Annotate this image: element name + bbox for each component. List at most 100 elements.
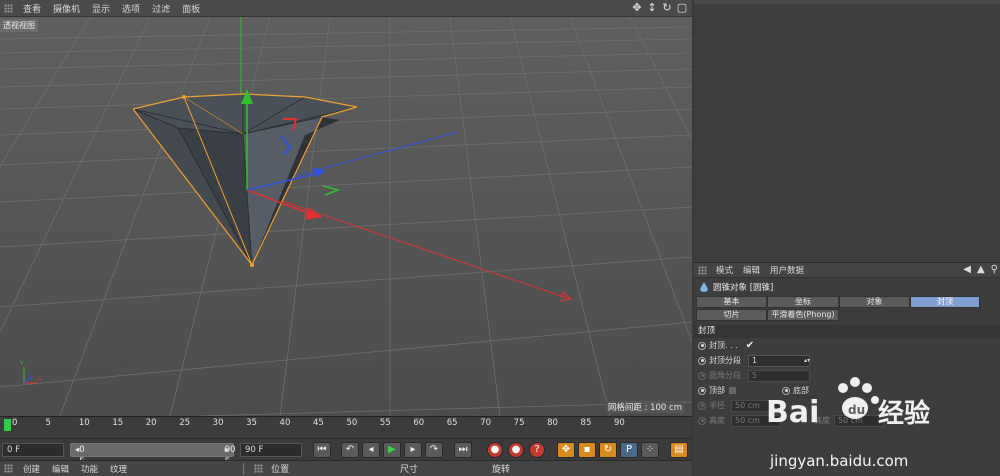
key-scale-icon[interactable]: ▪ [578, 442, 596, 458]
move-icon[interactable]: ✥ [631, 2, 643, 14]
animate-radio-icon[interactable] [782, 386, 790, 395]
watermark-url: jingyan.baidu.com [770, 452, 909, 470]
rotate-icon[interactable]: ↻ [661, 2, 673, 14]
timeline-tick-label: 50 [346, 418, 358, 428]
maximize-icon[interactable]: ▢ [676, 2, 688, 14]
goto-end-icon[interactable]: ⏭ [454, 442, 472, 458]
timeline-tick-label: 25 [179, 418, 191, 428]
caps-checkbox[interactable]: ✔ [746, 340, 754, 351]
next-key-icon[interactable]: ↷ [425, 442, 443, 458]
prop-fillet-segments: 圆角分段 5 [694, 368, 1000, 383]
caps-label: 封顶 [709, 341, 725, 350]
record-icon[interactable]: ● [487, 442, 503, 458]
key-rotation-icon[interactable]: ↻ [599, 442, 617, 458]
up-arrow-icon[interactable]: ▲ [977, 264, 985, 275]
preview-range-slider[interactable]: ◂ 0 F 90 F ▸ [70, 443, 236, 467]
height2-field[interactable]: 50 cm [834, 414, 884, 427]
viewport-scene[interactable]: Y X Z [0, 17, 692, 416]
back-arrow-icon[interactable]: ◀ [963, 264, 971, 275]
menu-panel[interactable]: 面板 [176, 2, 206, 15]
timeline-tick-label: 0 [12, 418, 18, 428]
menu-create[interactable]: 创建 [17, 463, 46, 475]
perspective-viewport[interactable]: 查看 摄像机 显示 选项 过滤 面板 ✥ ↕ ↻ ▢ Y X Z 透视视图 网格… [0, 0, 692, 416]
grip-icon[interactable] [4, 464, 13, 473]
animate-radio-icon[interactable] [698, 356, 706, 365]
tab-coord[interactable]: 坐标 [767, 296, 839, 308]
key-parameter-icon[interactable]: P [620, 442, 638, 458]
search-icon[interactable]: ⚲ [991, 264, 998, 275]
start-frame-field[interactable]: 0 F [2, 443, 64, 457]
end-frame-field[interactable]: 90 F [240, 443, 302, 457]
timeline-ticks: 0 5 10 15 20 25 30 35 40 45 50 55 60 65 70 75 80 85 90 [8, 417, 692, 439]
height2-label: 高度 [814, 416, 830, 425]
timeline-tick-label: 45 [313, 418, 324, 428]
grip-icon[interactable] [254, 464, 264, 473]
tab-slice[interactable]: 切片 [696, 309, 767, 321]
svg-text:X: X [38, 376, 42, 383]
tab-basic[interactable]: 基本 [696, 296, 767, 308]
menu-display[interactable]: 显示 [86, 2, 116, 15]
prop-caps: 封顶 . . . ✔ [694, 338, 1000, 353]
cone-icon [700, 281, 708, 292]
timeline-tick-label: 75 [513, 418, 525, 428]
bottom-label: 底部 [793, 386, 809, 395]
auto-key-icon[interactable]: ● [508, 442, 524, 458]
material-coord-bar: 创建 编辑 功能 纹理 位置 尺寸 旋转 [0, 460, 692, 476]
menu-user-data[interactable]: 用户数据 [765, 264, 809, 276]
timeline-tick-label: 65 [446, 418, 458, 428]
animate-radio-icon[interactable] [698, 401, 706, 410]
menu-camera[interactable]: 摄像机 [47, 2, 86, 15]
fillet-segments-label: 圆角分段 [709, 371, 741, 380]
grip-icon[interactable] [4, 3, 13, 13]
top-checkbox[interactable] [729, 387, 736, 394]
fillet-segments-field[interactable]: 5 [748, 369, 810, 382]
menu-edit[interactable]: 编辑 [738, 264, 765, 276]
top-label: 顶部 [709, 386, 725, 395]
menu-filter[interactable]: 过滤 [146, 2, 176, 15]
menu-view[interactable]: 查看 [17, 2, 47, 15]
next-frame-icon[interactable]: ▸ [404, 442, 422, 458]
tab-object[interactable]: 对象 [839, 296, 910, 308]
menu-options[interactable]: 选项 [116, 2, 146, 15]
svg-text:Y: Y [19, 360, 24, 367]
caps-dots: . . . [725, 341, 738, 350]
tab-phong[interactable]: 平滑着色(Phong) [767, 309, 839, 321]
animate-radio-icon[interactable] [698, 371, 706, 380]
animate-radio-icon[interactable] [698, 386, 706, 395]
timeline-tick-label: 10 [78, 418, 90, 428]
size-header: 尺寸 [400, 465, 419, 475]
key-pla-icon[interactable]: ⁘ [641, 442, 659, 458]
cap-segments-field[interactable]: 1 [748, 354, 810, 367]
prev-key-icon[interactable]: ↶ [341, 442, 359, 458]
keyframe-selection-icon[interactable]: ? [529, 442, 545, 458]
radius-field[interactable]: 50 cm [731, 399, 781, 412]
menu-function[interactable]: 功能 [75, 463, 104, 475]
animate-radio-icon[interactable] [698, 416, 706, 425]
attribute-manager: 模式 编辑 用户数据 ◀ ▲ ⚲ 圆锥对象 [圆锥] 基本 坐标 对象 封顶 切… [694, 262, 1000, 476]
animate-radio-icon[interactable] [698, 341, 706, 350]
rotation-header: 旋转 [492, 465, 511, 475]
grip-icon[interactable] [698, 265, 707, 275]
zoom-icon[interactable]: ↕ [646, 2, 658, 14]
timeline-tick-label: 35 [246, 418, 257, 428]
menu-mode[interactable]: 模式 [711, 264, 738, 276]
prev-frame-icon[interactable]: ◂ [362, 442, 380, 458]
timeline-tick-label: 40 [279, 418, 291, 428]
timeline-ruler[interactable]: 0 5 10 15 20 25 30 35 40 45 50 55 60 65 70 75 80 85 90 [0, 416, 692, 438]
height-field[interactable]: 50 cm [731, 414, 781, 427]
timeline-tick-label: 80 [547, 418, 558, 428]
svg-text:Z: Z [28, 375, 32, 382]
object-title-row: 圆锥对象 [圆锥] [694, 278, 1000, 295]
goto-start-icon[interactable]: ⏮ [313, 442, 331, 458]
timeline-tick-label: 55 [379, 418, 391, 428]
timeline-window-icon[interactable]: ▤ [670, 442, 688, 458]
height-label: 高度 [709, 416, 725, 425]
transport-bar: 0 F ◂ 0 F 90 F ▸ 90 F ⏮ ↶ ◂ ▶ ▸ ↷ ⏭ ● ● … [0, 438, 692, 467]
stepper-icon[interactable]: ▴▾ [804, 357, 810, 364]
menu-texture[interactable]: 纹理 [104, 463, 133, 475]
tab-caps[interactable]: 封顶 [910, 296, 980, 308]
object-manager[interactable] [694, 0, 1000, 262]
play-icon[interactable]: ▶ [383, 442, 401, 458]
menu-edit[interactable]: 编辑 [46, 463, 75, 475]
key-position-icon[interactable]: ✥ [557, 442, 575, 458]
